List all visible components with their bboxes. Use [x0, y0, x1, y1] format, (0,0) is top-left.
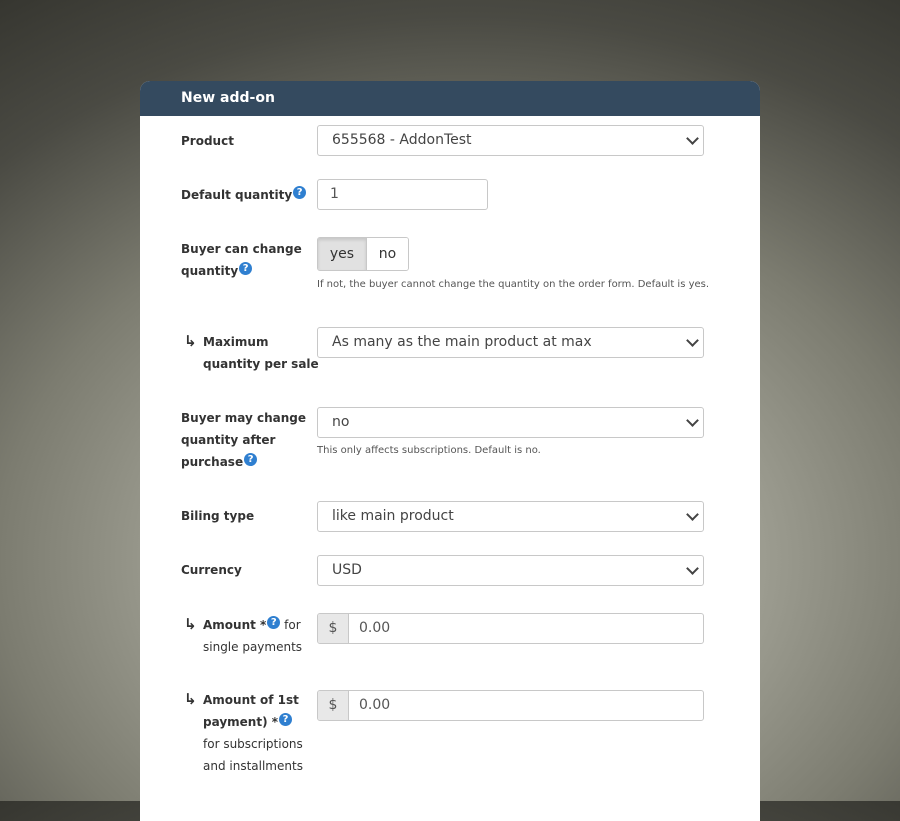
- buyer-can-change-quantity-hint: If not, the buyer cannot change the quan…: [317, 279, 710, 290]
- currency-select-value: USD: [332, 562, 362, 578]
- amount-first-payment-input[interactable]: $ 0.00: [317, 690, 704, 721]
- currency-prefix: $: [318, 691, 349, 720]
- billing-type-select-value: like main product: [332, 508, 454, 524]
- buyer-may-change-after-purchase-label: Buyer may change quantity after purchase…: [181, 411, 307, 469]
- buyer-may-change-after-purchase-hint: This only affects subscriptions. Default…: [317, 445, 541, 456]
- billing-type-label: Biling type: [181, 509, 255, 523]
- buyer-may-change-after-purchase-select[interactable]: no: [317, 407, 704, 438]
- indent-arrow-icon: ↳: [184, 615, 197, 633]
- chevron-down-icon: [681, 502, 703, 531]
- amount-single-input[interactable]: $ 0.00: [317, 613, 704, 644]
- product-label: Product: [181, 134, 234, 148]
- help-icon[interactable]: ?: [293, 186, 307, 199]
- amount-single-label: Amount *? for single payments: [203, 616, 303, 654]
- amount-single-value: 0.00: [359, 620, 391, 636]
- default-quantity-label: Default quantity?: [181, 184, 307, 206]
- max-quantity-select[interactable]: As many as the main product at max: [317, 327, 704, 358]
- chevron-down-icon: [681, 328, 703, 357]
- product-select[interactable]: 655568 - AddonTest: [317, 125, 704, 156]
- currency-select[interactable]: USD: [317, 555, 704, 586]
- help-icon[interactable]: ?: [244, 453, 258, 466]
- currency-label: Currency: [181, 563, 242, 577]
- max-quantity-select-value: As many as the main product at max: [332, 334, 592, 350]
- chevron-down-icon: [681, 556, 703, 585]
- toggle-no-button[interactable]: no: [367, 238, 408, 270]
- new-addon-dialog: New add-on Product 655568 - AddonTest De…: [140, 81, 760, 821]
- amount-first-payment-label: Amount of 1st payment) *? for subscripti…: [203, 693, 303, 773]
- dialog-title: New add-on: [140, 81, 760, 116]
- billing-type-select[interactable]: like main product: [317, 501, 704, 532]
- buyer-may-change-select-value: no: [332, 414, 350, 430]
- product-select-value: 655568 - AddonTest: [332, 132, 472, 148]
- help-icon[interactable]: ?: [267, 616, 281, 629]
- max-quantity-label: Maximum quantity per sale: [203, 335, 319, 371]
- currency-prefix: $: [318, 614, 349, 643]
- indent-arrow-icon: ↳: [184, 332, 197, 350]
- default-quantity-value: 1: [330, 186, 339, 202]
- amount-first-payment-value: 0.00: [359, 697, 391, 713]
- help-icon[interactable]: ?: [239, 262, 253, 275]
- buyer-can-change-quantity-label: Buyer can change quantity?: [181, 242, 302, 278]
- chevron-down-icon: [681, 126, 703, 155]
- help-icon[interactable]: ?: [279, 713, 292, 726]
- default-quantity-input[interactable]: 1: [317, 179, 488, 210]
- toggle-yes-button[interactable]: yes: [318, 238, 367, 270]
- buyer-can-change-quantity-toggle: yes no: [317, 237, 409, 271]
- indent-arrow-icon: ↳: [184, 690, 197, 708]
- chevron-down-icon: [681, 408, 703, 437]
